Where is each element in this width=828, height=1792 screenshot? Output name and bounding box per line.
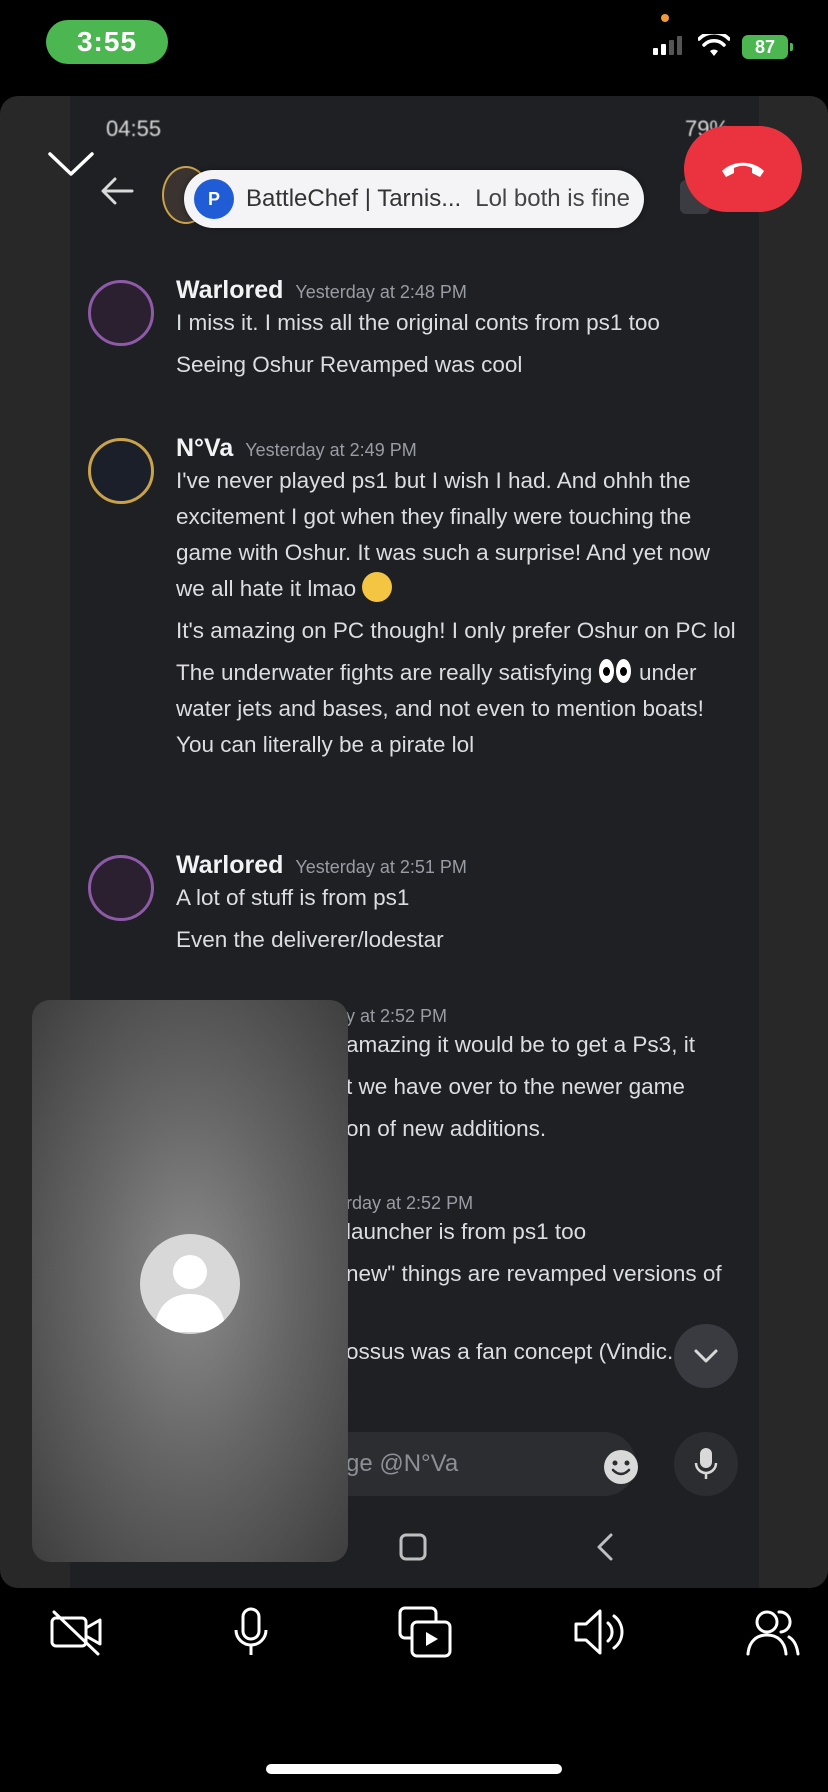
notification-pill: P BattleChef | Tarnis... Lol both is fin…	[184, 170, 644, 228]
android-status-time: 04:55	[106, 116, 162, 141]
scroll-to-bottom-button	[674, 1324, 738, 1388]
message-text-part: I've never played ps1 but I wish I had. …	[176, 468, 711, 601]
message-timestamp: y at 2:52 PM	[346, 1006, 448, 1026]
battery-indicator: 87	[742, 35, 793, 59]
emoji-picker-icon	[604, 1450, 638, 1484]
laughing-emoji-icon	[362, 572, 393, 603]
message-timestamp: Yesterday at 2:48 PM	[295, 282, 467, 302]
message-author: Warlored	[176, 851, 284, 879]
android-status-bar: 04:55 79%	[106, 112, 729, 146]
home-square-icon	[399, 1533, 427, 1561]
notification-message: Lol both is fine	[475, 185, 631, 212]
home-indicator[interactable]	[266, 1764, 562, 1774]
hang-up-phone-icon	[722, 162, 764, 177]
share-screen-icon	[398, 1606, 452, 1658]
call-toolbar	[0, 1594, 828, 1670]
speaker-icon	[574, 1609, 624, 1655]
message-text: It's amazing on PC though! I only prefer…	[176, 618, 736, 643]
person-icon	[154, 1255, 226, 1332]
message-text: new" things are revamped versions of	[346, 1261, 722, 1286]
participants-button[interactable]	[738, 1594, 808, 1670]
chevron-down-icon	[694, 1349, 718, 1363]
message-input-placeholder: ge @N°Va	[346, 1450, 459, 1477]
message-text: launcher is from ps1 too	[346, 1219, 587, 1244]
message-timestamp: rday at 2:52 PM	[346, 1193, 474, 1213]
message-text: t we have over to the newer game	[346, 1074, 685, 1099]
collapse-chevron-button[interactable]	[46, 150, 96, 178]
camera-off-icon	[50, 1610, 102, 1656]
message-text: The underwater fights are really satisfy…	[176, 655, 739, 763]
message-text: on of new additions.	[346, 1116, 547, 1141]
share-screen-button[interactable]	[390, 1594, 460, 1670]
playstation-app-icon: P	[194, 179, 234, 219]
message-author: N°Va	[176, 434, 234, 462]
cellular-signal-icon	[653, 36, 682, 55]
message-author: Warlored	[176, 276, 284, 304]
microphone-toggle-button[interactable]	[216, 1594, 286, 1670]
avatar	[88, 855, 154, 921]
microphone-icon	[694, 1448, 718, 1479]
avatar	[88, 280, 154, 346]
back-arrow-icon	[101, 177, 134, 205]
android-back-icon	[597, 1533, 613, 1561]
voice-message-button	[674, 1432, 738, 1496]
status-time: 3:55	[46, 20, 168, 64]
user-placeholder-avatar	[140, 1234, 240, 1334]
privacy-indicator-dot	[661, 14, 669, 22]
wifi-icon	[698, 34, 730, 56]
message-text: I miss it. I miss all the original conts…	[176, 310, 660, 335]
notification-sender: BattleChef | Tarnis...	[246, 185, 462, 212]
message-timestamp: Yesterday at 2:49 PM	[245, 440, 417, 460]
camera-toggle-button[interactable]	[42, 1594, 112, 1670]
message-text: A lot of stuff is from ps1	[176, 885, 410, 910]
participants-icon	[746, 1610, 800, 1656]
message-text: I've never played ps1 but I wish I had. …	[176, 463, 739, 607]
message-timestamp: Yesterday at 2:51 PM	[295, 857, 467, 877]
avatar	[88, 438, 154, 504]
speaker-button[interactable]	[564, 1594, 634, 1670]
message-text-part: The underwater fights are really satisfy…	[176, 660, 593, 685]
eyes-emoji-icon	[598, 658, 633, 684]
message-text: Even the deliverer/lodestar	[176, 927, 444, 952]
message-text: Seeing Oshur Revamped was cool	[176, 352, 523, 377]
message-text: amazing it would be to get a Ps3, it	[346, 1032, 695, 1057]
battery-level: 87	[754, 36, 776, 57]
microphone-icon	[234, 1607, 268, 1655]
end-call-button[interactable]	[684, 126, 802, 212]
